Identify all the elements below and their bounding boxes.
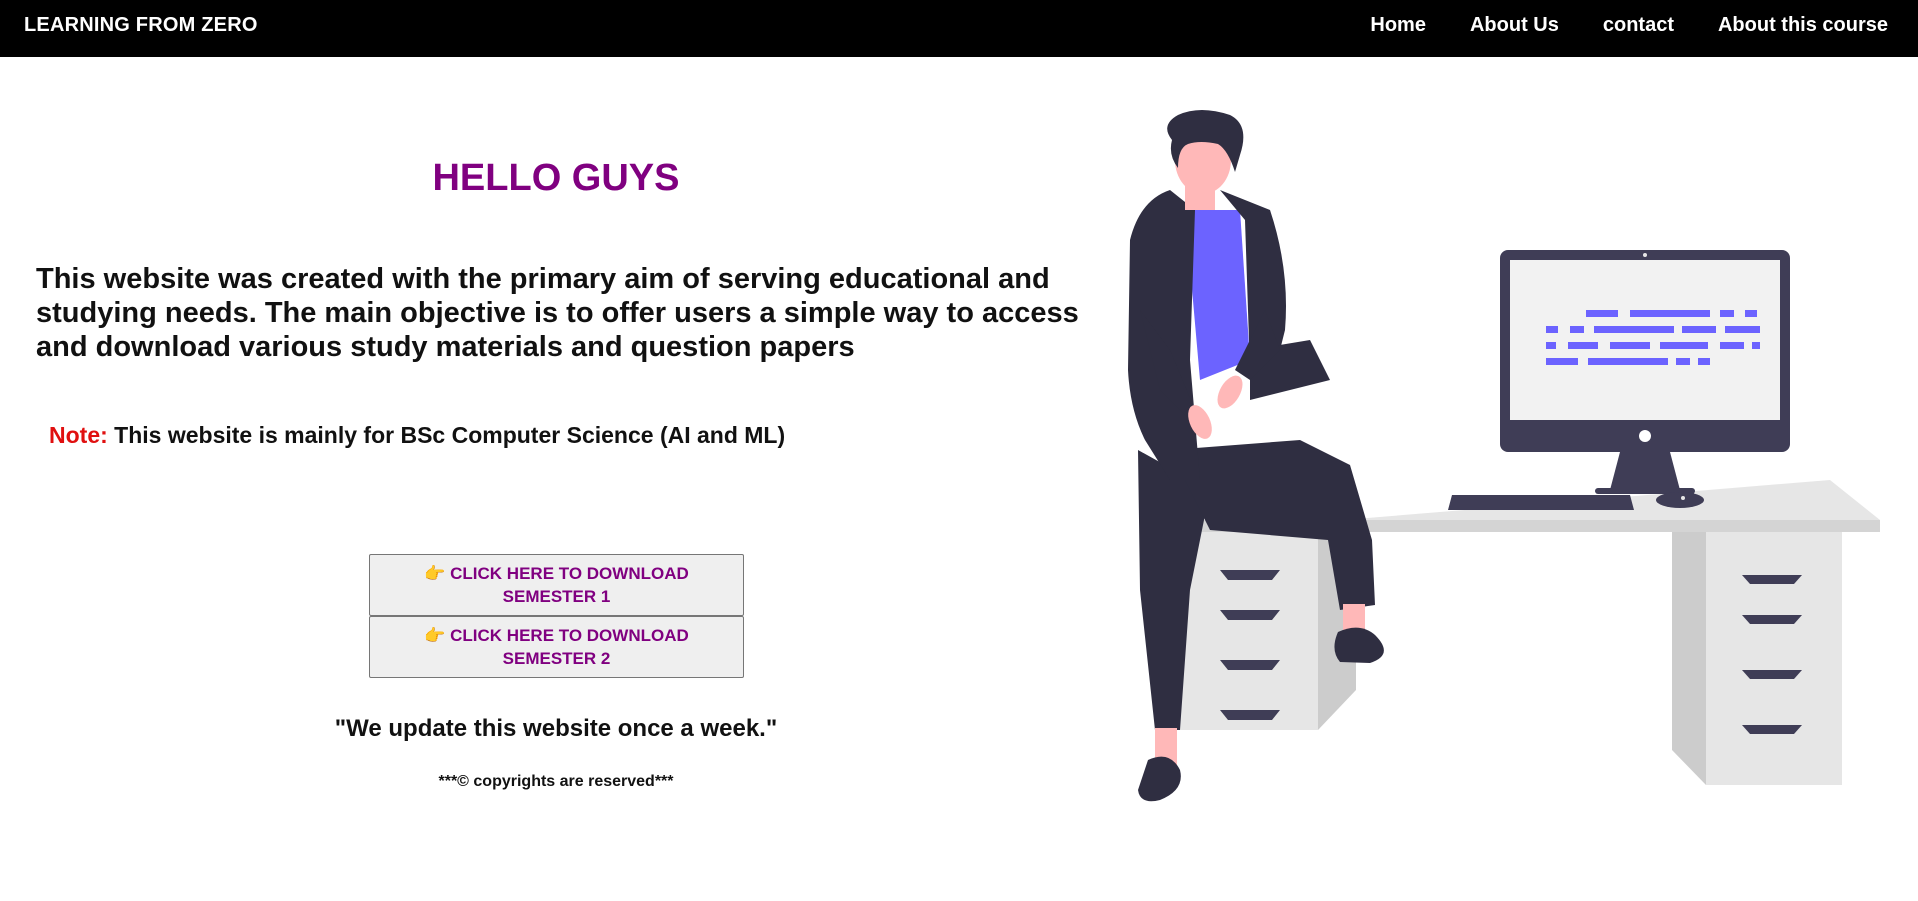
drawer-handle-icon [1742, 725, 1802, 734]
navbar: LEARNING FROM ZERO Home About Us contact… [0, 0, 1918, 57]
person-front-shoe [1334, 627, 1384, 663]
download-semester-2-label: 👉 CLICK HERE TO DOWNLOAD SEMESTER 2 [410, 624, 703, 670]
download-semester-2-text: CLICK HERE TO DOWNLOAD SEMESTER 2 [450, 626, 689, 668]
monitor-camera-icon [1643, 253, 1647, 257]
download-semester-2-button[interactable]: 👉 CLICK HERE TO DOWNLOAD SEMESTER 2 [369, 616, 744, 678]
intro-paragraph: This website was created with the primar… [36, 263, 1079, 363]
pointing-hand-icon: 👉 [424, 564, 446, 583]
download-semester-1-button[interactable]: 👉 CLICK HERE TO DOWNLOAD SEMESTER 1 [369, 554, 744, 616]
nav-link-home[interactable]: Home [1370, 14, 1426, 37]
download-semester-1-label: 👉 CLICK HERE TO DOWNLOAD SEMESTER 1 [410, 562, 703, 608]
monitor-power-icon [1639, 430, 1651, 442]
drawer-handle-icon [1742, 615, 1802, 624]
person-back-shoe [1138, 756, 1181, 802]
note-text: This website is mainly for BSc Computer … [114, 422, 786, 448]
drawer-handle-icon [1220, 710, 1280, 720]
nav-link-about-us[interactable]: About Us [1470, 14, 1559, 37]
nav-links: Home About Us contact About this course [1326, 14, 1888, 37]
person-right-hand [1217, 375, 1243, 409]
mouse [1656, 492, 1704, 508]
note-label: Note: [49, 422, 108, 448]
page-heading: HELLO GUYS [432, 157, 680, 199]
person-shirt [1185, 210, 1250, 380]
update-note: "We update this website once a week." [334, 715, 778, 742]
right-cabinet-side [1672, 532, 1706, 785]
person-jacket-left [1128, 190, 1200, 480]
note-line: Note: This website is mainly for BSc Com… [49, 422, 785, 449]
right-cabinet [1706, 532, 1842, 785]
copyright-text: ***© copyrights are reserved*** [438, 773, 674, 790]
drawer-handle-icon [1220, 610, 1280, 620]
person-at-desk-illustration [1128, 110, 1880, 802]
nav-link-about-course[interactable]: About this course [1718, 14, 1888, 37]
nav-link-contact[interactable]: contact [1603, 14, 1674, 37]
keyboard [1448, 495, 1634, 510]
drawer-handle-icon [1742, 670, 1802, 679]
download-semester-1-text: CLICK HERE TO DOWNLOAD SEMESTER 1 [450, 564, 689, 606]
drawer-handle-icon [1220, 660, 1280, 670]
pointing-hand-icon: 👉 [424, 626, 446, 645]
drawer-handle-icon [1220, 570, 1280, 580]
mouse-wheel-icon [1681, 496, 1685, 500]
drawer-handle-icon [1742, 575, 1802, 584]
monitor-stand [1610, 452, 1680, 490]
brand-logo-text[interactable]: LEARNING FROM ZERO [24, 14, 258, 37]
monitor-screen [1510, 260, 1780, 420]
